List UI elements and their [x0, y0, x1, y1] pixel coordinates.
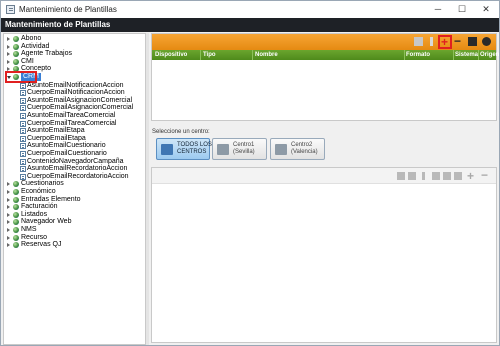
expand-icon[interactable]	[7, 44, 10, 49]
centers-label: Seleccione un centro:	[152, 129, 210, 135]
window-title: Mantenimiento de Plantillas	[19, 5, 117, 14]
tree-node-label: Reservas QJ	[21, 241, 62, 249]
expand-icon[interactable]	[7, 59, 10, 64]
grid-column-headers: Dispositivo Tipo Nombre Formato Sistema …	[152, 50, 499, 60]
center1-line2: (Sevilla)	[233, 149, 255, 155]
center-all-line1: TODOS LOS	[177, 142, 212, 148]
globe-icon	[13, 36, 19, 42]
main-window: Mantenimiento de Plantillas ─ ☐ ✕ Manten…	[0, 0, 500, 346]
center2-line1: Centro2	[291, 142, 313, 148]
tools-icon[interactable]	[432, 172, 440, 180]
close-button[interactable]: ✕	[475, 2, 497, 17]
document-icon	[20, 128, 26, 135]
globe-icon	[13, 211, 19, 218]
center-all-line2: CENTROS	[177, 149, 207, 155]
expand-icon[interactable]	[7, 197, 10, 202]
document-icon	[20, 90, 26, 97]
document-icon	[20, 113, 26, 119]
column-tipo[interactable]: Tipo	[203, 52, 216, 58]
globe-icon	[13, 219, 19, 226]
app-icon	[6, 5, 15, 14]
detail-pane: + − Dispositivo Tipo Nombre Formato Sist…	[150, 33, 499, 345]
edit-icon[interactable]	[430, 37, 433, 46]
globe-icon	[13, 196, 19, 203]
center2-button[interactable]: Centro2 (Valencia)	[270, 138, 325, 160]
add-icon[interactable]: +	[441, 36, 448, 48]
title-bar: Mantenimiento de Plantillas ─ ☐ ✕	[1, 1, 499, 18]
info-icon[interactable]	[482, 37, 491, 46]
column-sistema[interactable]: Sistema	[455, 52, 478, 58]
document-icon	[20, 158, 26, 165]
globe-icon	[13, 242, 19, 249]
globe-icon	[13, 58, 19, 65]
document-icon	[20, 120, 26, 127]
building-icon	[217, 144, 229, 155]
globe-icon	[13, 204, 19, 211]
maximize-button[interactable]: ☐	[451, 2, 473, 17]
globe-icon	[13, 189, 19, 195]
paste-icon[interactable]	[408, 172, 416, 180]
document-icon	[20, 97, 26, 104]
column-formato[interactable]: Formato	[406, 52, 430, 58]
column-origen[interactable]: Origen	[480, 52, 499, 58]
column-nombre[interactable]: Nombre	[255, 52, 278, 58]
building-icon	[161, 144, 173, 155]
document-icon	[20, 82, 26, 89]
templates-grid: + − Dispositivo Tipo Nombre Formato Sist…	[151, 33, 499, 121]
center1-line1: Centro1	[233, 142, 255, 148]
center2-line2: (Valencia)	[291, 149, 318, 155]
document-icon	[20, 105, 26, 112]
expand-icon[interactable]	[7, 205, 10, 210]
document-icon	[20, 135, 26, 142]
center-templates-grid: + −	[151, 167, 497, 343]
remove-icon[interactable]: −	[481, 169, 488, 181]
globe-icon	[13, 181, 19, 188]
building-icon	[275, 144, 287, 155]
expand-icon[interactable]	[7, 52, 10, 57]
center-grid-toolbar: + −	[152, 168, 496, 184]
expand-icon[interactable]	[7, 37, 10, 41]
add-icon[interactable]: +	[467, 170, 474, 182]
edit-icon[interactable]	[422, 172, 425, 180]
document-icon[interactable]	[454, 172, 462, 180]
expand-icon[interactable]	[7, 182, 10, 187]
page-header: Mantenimiento de Plantillas	[1, 18, 499, 32]
minimize-button[interactable]: ─	[427, 2, 449, 17]
column-dispositivo[interactable]: Dispositivo	[155, 52, 187, 58]
copy-icon[interactable]	[397, 172, 405, 180]
expand-icon[interactable]	[7, 212, 10, 217]
expand-icon[interactable]	[7, 243, 10, 248]
template-tree-pane: Abono Actividad Agente Trabajos CMI Concepto…	[3, 33, 146, 345]
document-icon	[20, 151, 26, 157]
remove-icon[interactable]: −	[454, 35, 461, 47]
pane-splitter[interactable]	[146, 33, 149, 345]
globe-icon	[13, 234, 19, 241]
expand-icon[interactable]	[7, 220, 10, 225]
copy-icon[interactable]	[414, 37, 423, 46]
export-icon[interactable]	[443, 172, 451, 180]
center1-button[interactable]: Centro1 (Sevilla)	[212, 138, 267, 160]
image-icon[interactable]	[468, 37, 477, 46]
globe-icon	[13, 227, 19, 233]
document-icon	[20, 143, 26, 150]
document-icon	[20, 166, 26, 173]
globe-icon	[13, 43, 19, 50]
center-all-button[interactable]: TODOS LOS CENTROS	[156, 138, 212, 160]
document-icon	[20, 173, 26, 180]
expand-icon[interactable]	[7, 228, 10, 232]
globe-icon	[13, 51, 19, 58]
expand-icon[interactable]	[7, 235, 10, 240]
grid-toolbar: + −	[152, 34, 496, 50]
expand-icon[interactable]	[7, 190, 10, 194]
